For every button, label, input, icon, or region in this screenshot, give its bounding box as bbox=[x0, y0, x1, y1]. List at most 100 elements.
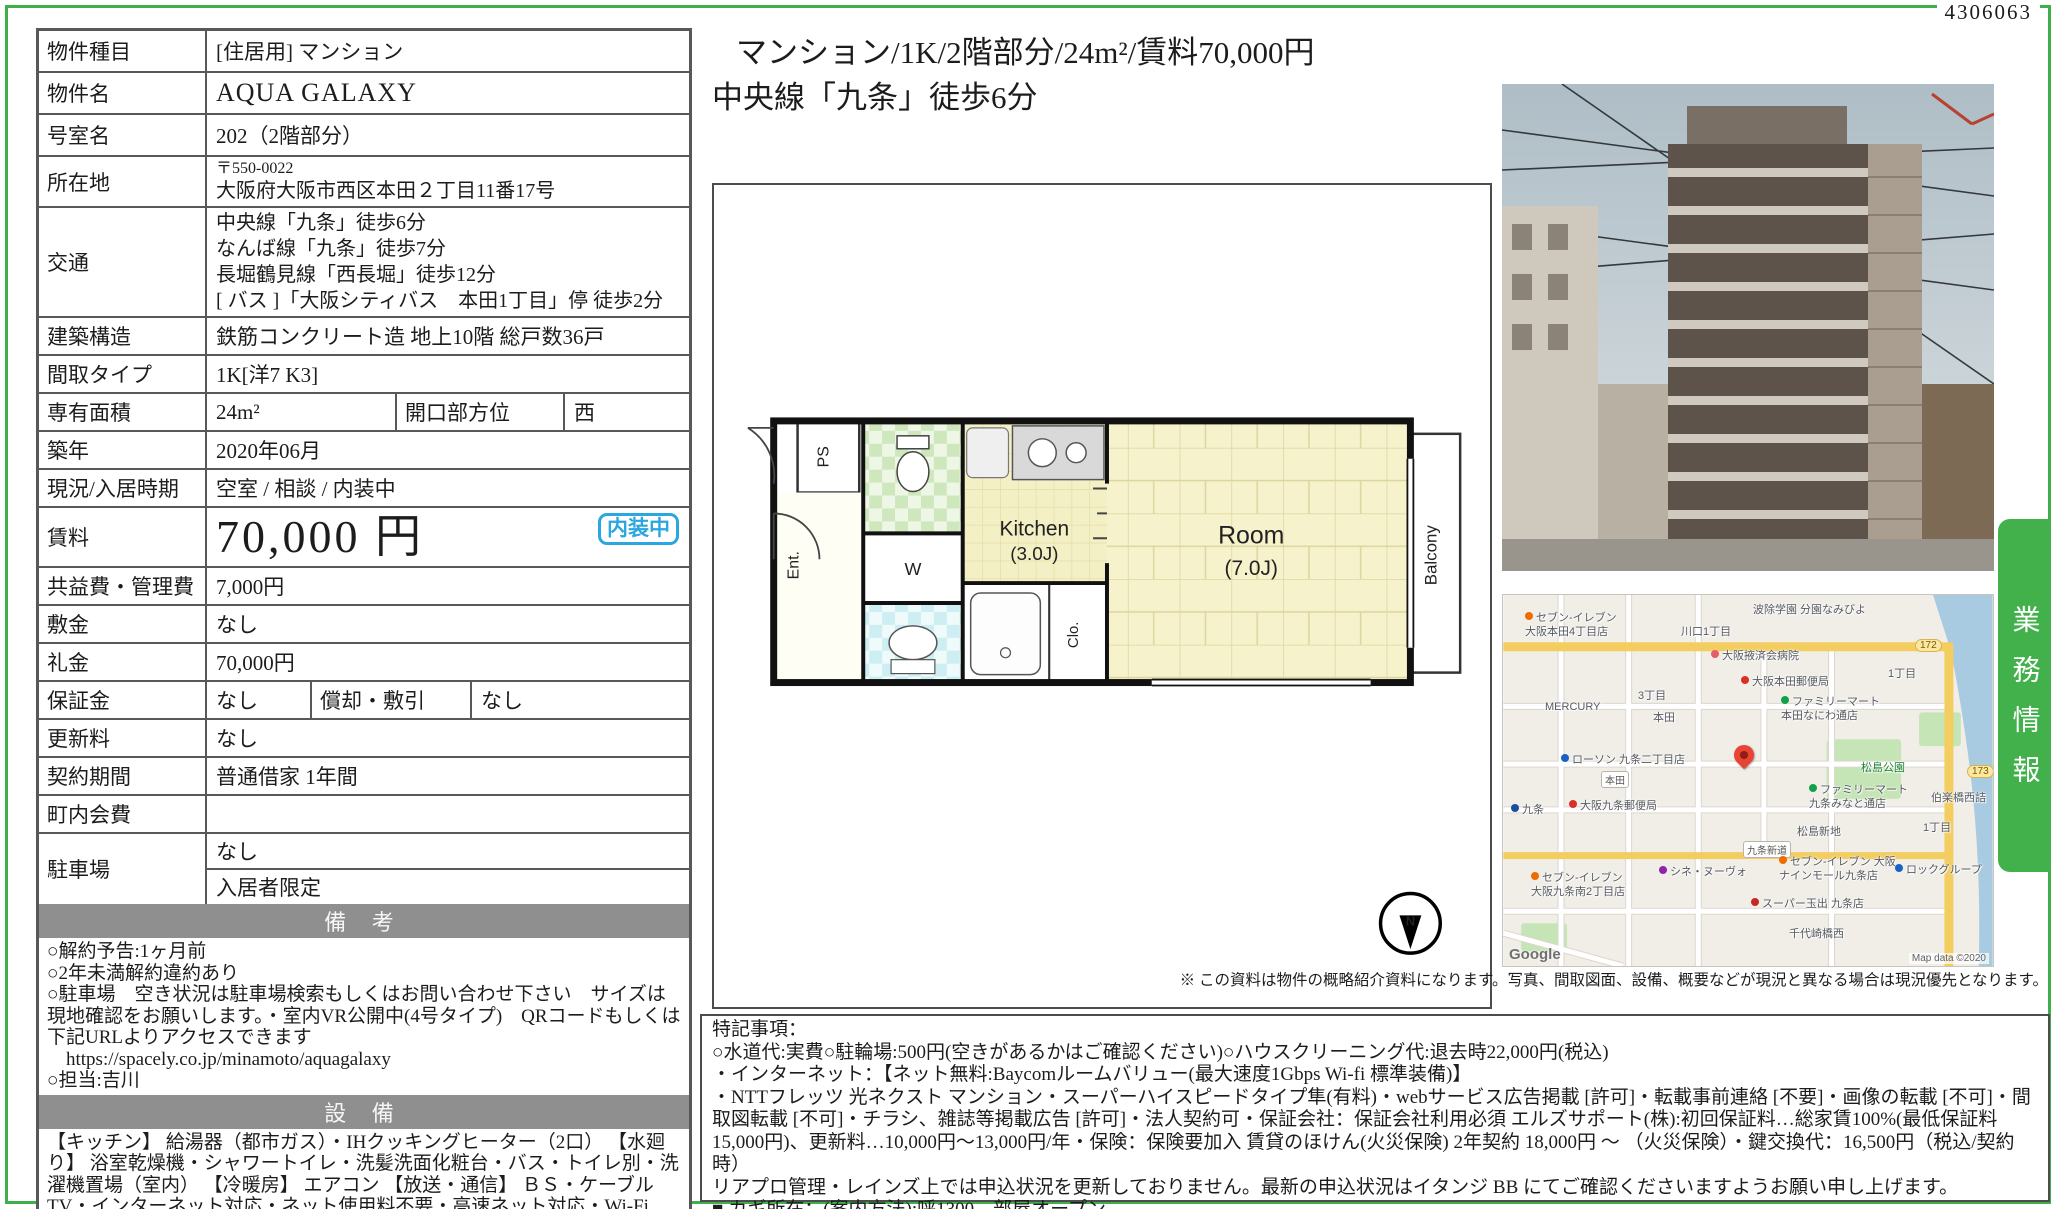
section-body-line: ○2年未満解約違約あり bbox=[47, 963, 681, 985]
row-label: 礼金 bbox=[39, 644, 207, 680]
map[interactable]: 波除学園 分園なみびよ川口1丁目セブン-イレブン大阪本田4丁目店大阪掖済会病院1… bbox=[1502, 594, 1994, 967]
row-value-line: 入居者限定 bbox=[207, 868, 689, 904]
special-notes: 特記事項：○水道代:実費○駐輪場:500円(空きがあるかはご確認ください)○ハウ… bbox=[700, 1014, 2050, 1202]
special-notes-line: 特記事項： bbox=[712, 1019, 2038, 1042]
row-value: なし bbox=[207, 606, 689, 642]
map-label-text: シネ・ヌーヴォ bbox=[1670, 866, 1747, 878]
map-label: 大阪本田郵便局 bbox=[1741, 673, 1829, 689]
table-row: 号室名202（2階部分） bbox=[39, 113, 689, 155]
row-label: 物件種目 bbox=[39, 31, 207, 71]
map-label: 松島公園 bbox=[1861, 759, 1905, 775]
row-value: 空室 / 相談 / 内装中 bbox=[207, 470, 689, 506]
map-label-text: 松島公園 bbox=[1861, 762, 1905, 774]
map-label-text: 大阪本田郵便局 bbox=[1752, 676, 1829, 688]
row-value: なし bbox=[207, 682, 312, 718]
poi-icon bbox=[1569, 800, 1577, 808]
map-label-text: 1丁目 bbox=[1888, 668, 1916, 680]
rent-label: 賃料 bbox=[39, 508, 207, 566]
floorplan-drawing: PS Ent. W Kitchen (3.0J) Room (7.0J) Clo… bbox=[714, 185, 1490, 1007]
map-label: 九条 bbox=[1511, 801, 1544, 817]
poi-icon bbox=[1659, 866, 1667, 874]
map-label-text: 大阪掖済会病院 bbox=[1722, 650, 1799, 662]
toilet-icon bbox=[897, 436, 929, 492]
poi-icon bbox=[1895, 864, 1903, 872]
special-notes-line: リアプロ管理・レインズ上では申込状況を更新しておりません。最新の申込状況はイタン… bbox=[712, 1177, 2038, 1200]
row-value-line: [ バス ]「大阪シティバス 本田1丁目」停 徒歩2分 bbox=[216, 288, 680, 314]
row-value-2: なし bbox=[472, 682, 689, 718]
row-label: 物件名 bbox=[39, 73, 207, 113]
row-value: 7,000円 bbox=[207, 568, 689, 604]
compass-icon: N bbox=[1381, 893, 1441, 953]
map-label-text: 1丁目 bbox=[1923, 822, 1951, 834]
row-label: 現況/入居時期 bbox=[39, 470, 207, 506]
label-closet: Clo. bbox=[1065, 622, 1082, 649]
row-label: 更新料 bbox=[39, 720, 207, 756]
map-label-text: ロックグループ bbox=[1906, 864, 1982, 876]
row-label-2: 償却・敷引 bbox=[312, 682, 472, 718]
map-badge: 本田 bbox=[1601, 771, 1629, 788]
table-row: 更新料なし bbox=[39, 718, 689, 756]
row-value: AQUA GALAXY bbox=[207, 73, 689, 113]
table-row: 契約期間普通借家 1年間 bbox=[39, 756, 689, 794]
label-kitchen: Kitchen bbox=[1000, 517, 1070, 540]
map-label-text: 本田なにわ通店 bbox=[1781, 710, 1858, 722]
table-row: 専有面積24m²開口部方位西 bbox=[39, 392, 689, 430]
map-label: 大阪掖済会病院 bbox=[1711, 647, 1799, 663]
map-label: 本田 bbox=[1653, 709, 1675, 725]
map-label: ローソン 九条二丁目店 bbox=[1561, 751, 1685, 767]
row-value: [住居用] マンション bbox=[207, 31, 689, 71]
map-label: ロックグループ bbox=[1895, 861, 1982, 877]
table-row: 現況/入居時期空室 / 相談 / 内装中 bbox=[39, 468, 689, 506]
floorplan: PS Ent. W Kitchen (3.0J) Room (7.0J) Clo… bbox=[712, 183, 1492, 1009]
row-value: なし入居者限定 bbox=[207, 834, 689, 904]
map-label-text: 本田 bbox=[1653, 712, 1675, 724]
room-floor bbox=[1107, 421, 1410, 683]
map-label: 千代崎橋西 bbox=[1789, 925, 1844, 941]
map-label: シネ・ヌーヴォ bbox=[1659, 863, 1747, 879]
section-header: 備 考 bbox=[39, 904, 689, 938]
row-value-line: 長堀鶴見線「西長堀」徒歩12分 bbox=[216, 262, 680, 288]
row-label: 号室名 bbox=[39, 115, 207, 155]
map-label: 伯楽橋西詰 bbox=[1931, 789, 1986, 805]
map-label-text: 伯楽橋西詰 bbox=[1931, 792, 1986, 804]
renovation-badge: 内装中 bbox=[598, 513, 679, 545]
row-value: なし bbox=[207, 720, 689, 756]
row-label: 交通 bbox=[39, 208, 207, 316]
poi-icon bbox=[1741, 676, 1749, 684]
map-label: 3丁目 bbox=[1638, 687, 1666, 703]
map-label-text: 172 bbox=[1920, 640, 1937, 651]
business-info-tab[interactable]: 業務情報 bbox=[1998, 519, 2051, 872]
table-row: 敷金なし bbox=[39, 604, 689, 642]
row-value bbox=[207, 796, 689, 832]
bathtub-icon bbox=[971, 593, 1041, 675]
poi-icon bbox=[1779, 856, 1787, 864]
map-label: 大阪九条郵便局 bbox=[1569, 797, 1657, 813]
map-label-text: MERCURY bbox=[1545, 701, 1600, 713]
row-value: 中央線「九条」徒歩6分なんば線「九条」徒歩7分長堀鶴見線「西長堀」徒歩12分[ … bbox=[207, 208, 689, 316]
table-row: 交通中央線「九条」徒歩6分なんば線「九条」徒歩7分長堀鶴見線「西長堀」徒歩12分… bbox=[39, 206, 689, 316]
row-value: 70,000円 bbox=[207, 644, 689, 680]
map-label: 本田なにわ通店 bbox=[1781, 707, 1858, 723]
row-value: 〒550-0022大阪府大阪市西区本田２丁目11番17号 bbox=[207, 157, 689, 206]
table-row: 建築構造鉄筋コンクリート造 地上10階 総戸数36戸 bbox=[39, 316, 689, 354]
row-label: 築年 bbox=[39, 432, 207, 468]
row-label: 保証金 bbox=[39, 682, 207, 718]
poi-icon bbox=[1809, 784, 1817, 792]
map-label-text: 九条みなと通店 bbox=[1809, 798, 1886, 810]
table-row: 礼金70,000円 bbox=[39, 642, 689, 680]
poi-icon bbox=[1531, 872, 1539, 880]
row-label: 駐車場 bbox=[39, 834, 207, 904]
building-photo bbox=[1502, 84, 1994, 571]
section-body-line: ○担当:吉川 bbox=[47, 1070, 681, 1092]
poi-icon bbox=[1511, 804, 1519, 812]
row-value: 普通借家 1年間 bbox=[207, 758, 689, 794]
row-label: 共益費・管理費 bbox=[39, 568, 207, 604]
poi-icon bbox=[1751, 898, 1759, 906]
section-body-line: ○解約予告:1ヶ月前 bbox=[47, 941, 681, 963]
map-label-text: 松島新地 bbox=[1797, 826, 1841, 838]
map-label: スーパー玉出 九条店 bbox=[1751, 895, 1864, 911]
map-label-text: 173 bbox=[1972, 766, 1989, 777]
map-label: MERCURY bbox=[1545, 701, 1600, 713]
row-value-line: 〒550-0022 bbox=[216, 159, 680, 178]
google-logo[interactable]: Google bbox=[1509, 946, 1561, 963]
